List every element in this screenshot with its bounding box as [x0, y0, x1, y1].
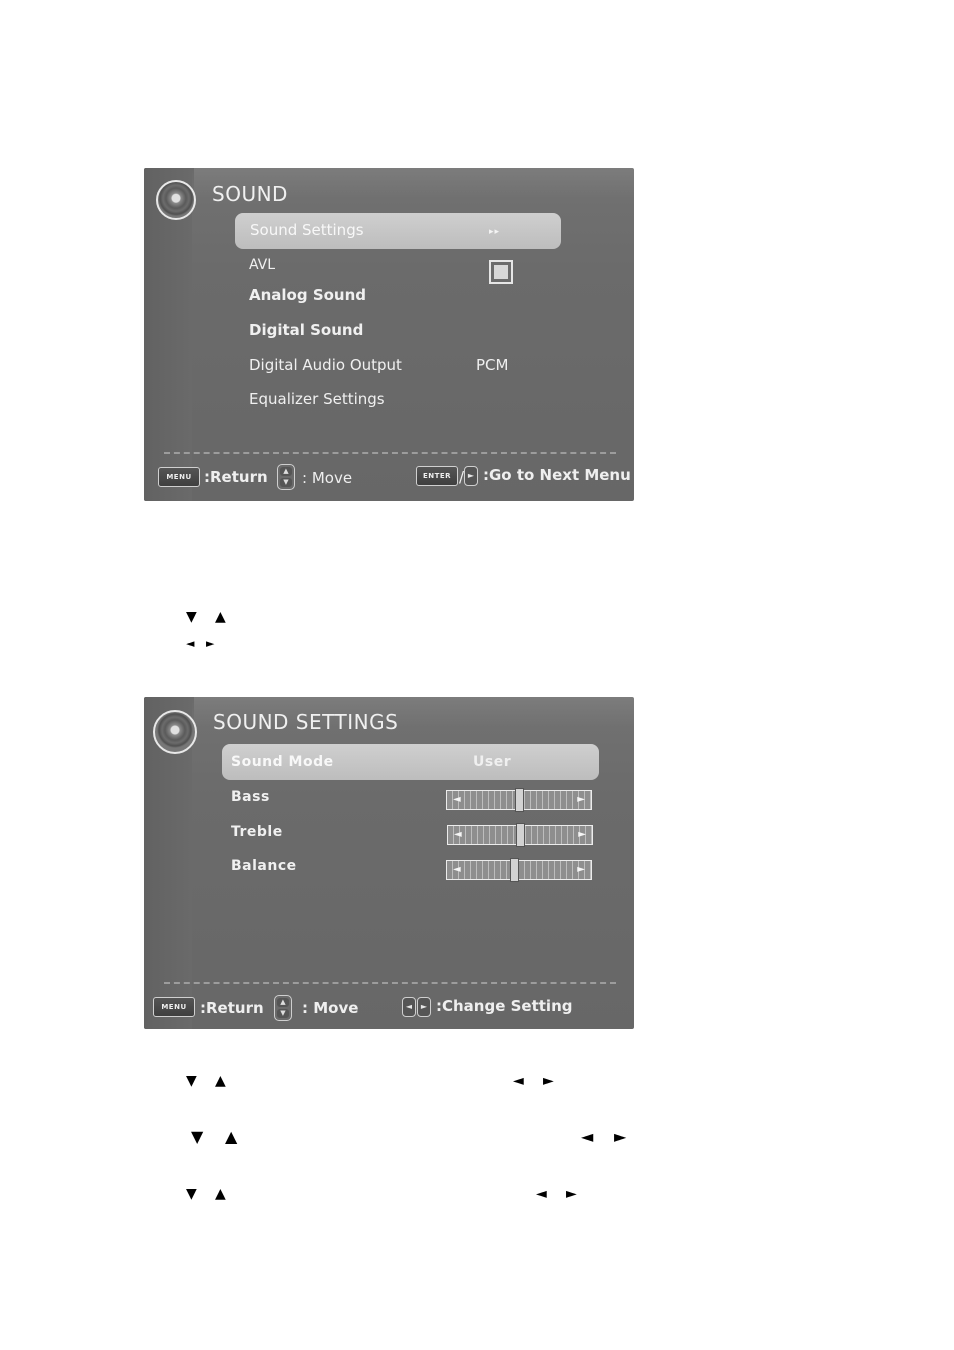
- avl-checkbox[interactable]: [489, 260, 513, 284]
- slider-left-arrow-icon: ◄: [453, 794, 461, 805]
- left-key-icon: ◄: [402, 997, 416, 1017]
- menu-item-equalizer-settings[interactable]: Equalizer Settings: [249, 390, 385, 408]
- digital-audio-output-value: PCM: [476, 356, 509, 374]
- up-down-key-icon: ▲ ▼: [277, 464, 295, 490]
- footer-divider: [164, 452, 616, 454]
- slider-right-arrow-icon: ►: [577, 864, 585, 875]
- menu-item-sound-mode[interactable]: Sound Mode: [231, 754, 334, 770]
- move-hint: : Move: [302, 999, 359, 1017]
- move-hint: : Move: [302, 469, 353, 487]
- enter-key-icon: ENTER: [416, 466, 458, 486]
- footer-divider: [164, 982, 616, 984]
- left-arrow-icon: ◄: [581, 1127, 594, 1146]
- speaker-icon: [156, 180, 196, 220]
- return-hint: :Return: [204, 468, 268, 486]
- right-arrow-icon: ►: [566, 1186, 577, 1202]
- menu-key-icon: MENU: [153, 997, 195, 1017]
- up-arrow-icon: ▲: [280, 467, 292, 476]
- right-key-icon: ►: [417, 997, 431, 1017]
- sound-settings-panel: SOUND SETTINGS Sound Mode User Bass ◄ ► …: [144, 697, 634, 1029]
- menu-item-digital-audio-output[interactable]: Digital Audio Output: [249, 356, 402, 374]
- bass-slider[interactable]: ◄ ►: [446, 788, 592, 812]
- down-arrow-icon: ▼: [277, 1009, 289, 1018]
- menu-title: SOUND: [212, 182, 288, 206]
- right-key-icon: ►: [464, 466, 478, 486]
- menu-item-avl[interactable]: AVL: [249, 257, 275, 273]
- right-arrow-icon: ►: [206, 637, 215, 650]
- menu-key-icon: MENU: [158, 467, 200, 487]
- slider-left-arrow-icon: ◄: [453, 864, 461, 875]
- right-arrow-icon: ►: [614, 1127, 627, 1146]
- speaker-icon: [153, 710, 197, 754]
- slider-thumb[interactable]: [516, 823, 525, 847]
- sound-mode-value[interactable]: User: [473, 754, 511, 770]
- up-arrow-icon: ▲: [225, 1127, 238, 1146]
- down-arrow-icon: ▼: [280, 478, 292, 487]
- balance-slider[interactable]: ◄ ►: [446, 858, 592, 882]
- change-setting-hint: :Change Setting: [436, 997, 573, 1015]
- slider-right-arrow-icon: ►: [577, 794, 585, 805]
- up-arrow-icon: ▲: [277, 998, 289, 1007]
- left-arrow-icon: ◄: [186, 637, 195, 650]
- right-arrow-icon: ►: [543, 1073, 554, 1089]
- sound-menu-panel: SOUND Sound Settings ▸▸ AVL Analog Sound…: [144, 168, 634, 501]
- up-arrow-icon: ▲: [215, 1186, 226, 1202]
- up-arrow-icon: ▲: [215, 609, 226, 625]
- down-arrow-icon: ▼: [191, 1127, 204, 1146]
- left-arrow-icon: ◄: [536, 1186, 547, 1202]
- slider-thumb[interactable]: [515, 788, 524, 812]
- menu-item-treble[interactable]: Treble: [231, 824, 283, 840]
- slider-thumb[interactable]: [510, 858, 519, 882]
- down-arrow-icon: ▼: [186, 1186, 197, 1202]
- up-arrow-icon: ▲: [215, 1073, 226, 1089]
- slider-left-arrow-icon: ◄: [454, 829, 462, 840]
- treble-slider[interactable]: ◄ ►: [447, 823, 593, 847]
- menu-title: SOUND SETTINGS: [213, 710, 399, 734]
- slider-right-arrow-icon: ►: [578, 829, 586, 840]
- left-arrow-icon: ◄: [513, 1073, 524, 1089]
- next-menu-hint: :Go to Next Menu: [483, 466, 631, 484]
- down-arrow-icon: ▼: [186, 1073, 197, 1089]
- double-arrow-right-icon: ▸▸: [489, 227, 501, 237]
- return-hint: :Return: [200, 999, 264, 1017]
- menu-item-digital-sound[interactable]: Digital Sound: [249, 321, 363, 339]
- up-down-key-icon: ▲ ▼: [274, 995, 292, 1021]
- menu-item-analog-sound[interactable]: Analog Sound: [249, 286, 366, 304]
- menu-item-balance[interactable]: Balance: [231, 858, 297, 874]
- menu-item-bass[interactable]: Bass: [231, 789, 270, 805]
- menu-item-sound-settings[interactable]: Sound Settings: [250, 221, 364, 239]
- down-arrow-icon: ▼: [186, 609, 197, 625]
